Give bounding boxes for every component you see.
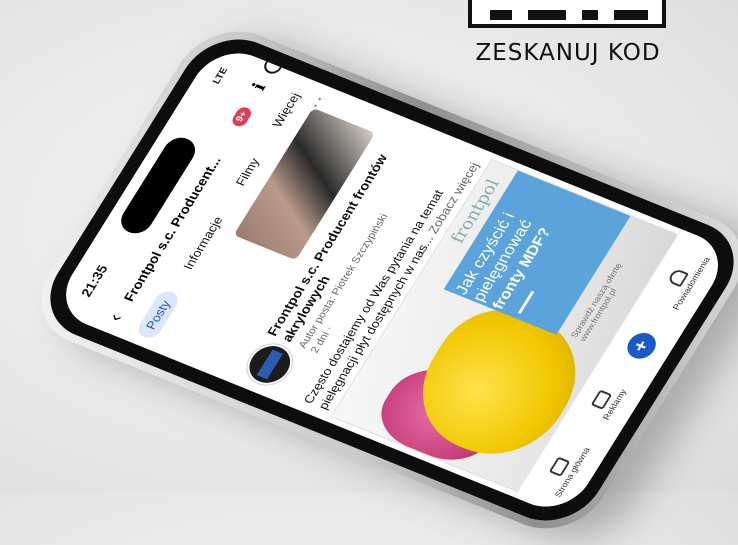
nav-home[interactable]: Strona główna: [538, 440, 591, 498]
status-time: 21:35: [77, 262, 111, 299]
nav-notifications[interactable]: Powiadomienia: [654, 249, 712, 311]
nav-ads[interactable]: Reklamy: [586, 382, 628, 421]
phone-photo: 21:35 LTE ‹ Frontpol s.c. Producent... 9…: [0, 0, 738, 545]
notification-badge[interactable]: 9+: [229, 104, 255, 129]
search-icon[interactable]: [260, 54, 286, 77]
back-arrow-icon[interactable]: ‹: [104, 311, 127, 325]
phone-bezel: 21:35 LTE ‹ Frontpol s.c. Producent... 9…: [30, 24, 738, 536]
phone-screen: 21:35 LTE ‹ Frontpol s.c. Producent... 9…: [50, 41, 734, 519]
page-avatar[interactable]: [239, 338, 301, 391]
info-icon[interactable]: i: [248, 80, 270, 93]
network-indicator: LTE: [211, 66, 231, 86]
nav-create[interactable]: +: [621, 329, 661, 363]
phone-body: 21:35 LTE ‹ Frontpol s.c. Producent... 9…: [19, 15, 738, 545]
plus-icon: +: [621, 329, 661, 363]
